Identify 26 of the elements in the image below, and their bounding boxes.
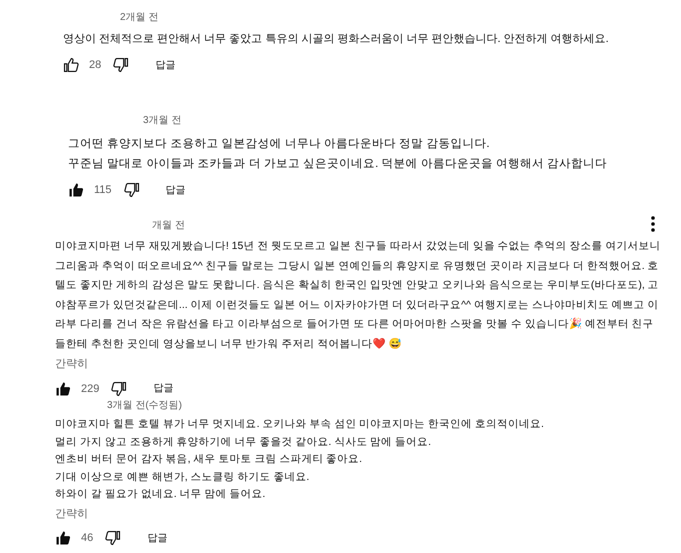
reply-button[interactable]: 답글 [147,530,168,546]
dislike-icon[interactable] [111,380,128,397]
comment-time[interactable]: 개월 전 [152,218,681,233]
reply-button[interactable]: 답글 [166,182,186,198]
dislike-icon[interactable] [113,57,130,74]
reply-button[interactable]: 답글 [153,381,174,396]
comment-text: 미야코지마편 너무 재밌게봤습니다! 15년 전 뭣도모르고 일본 친구들 따라서 갔었는데 잊을 수없는 추억의 장소를 여기서보니 그리움과 추억이 떠오르네요^^ 친구들 말로는 그당시 일본 연예인들의 휴양지로 유명했던 곳이라 지금보다 더 한적했어요. 호텔도 좋지만 게하의 감성은 말도 못합니다. 음식은 확실히 한국인 입맛엔 안맞고 오키나와 음식으로는 우미부도(바다포도), 고야참푸르가 있던것같은데... 이제 이런것들도 일본 어느 이자카야가면 더 있더라구요^^ 여행지로는 스나야마비치도 예쁘고 이라부 다리를 건너 작은 유람선을 타고 이라부섬으로 들어가면 또 다른 어마어마한 스팟을 맛볼 수 있습니다🎉 예전부터 친구들한테 추천한 곳인데 영상을보니 너무 반가워 주저리 적어봅니다❤ 😅 [55,239,661,352]
show-less-link[interactable]: 간략히 [55,506,88,522]
comment-time[interactable]: 3개월 전(수정됨) [107,398,681,413]
like-count: 115 [94,183,112,198]
like-count: 28 [89,58,102,73]
dislike-icon[interactable] [105,530,122,546]
like-icon[interactable] [68,182,84,198]
reply-button[interactable]: 답글 [155,58,176,73]
comment-text: 그어떤 휴양지보다 조용하고 일본감성에 너무나 아름다운바다 정말 감동입니다. 꾸준님 말대로 아이들과 조카들과 더 가보고 싶은곳이네요. 덕분에 아름다운곳을 여행해서 감사합니다 [68,137,608,172]
like-icon[interactable] [55,380,71,397]
like-count: 229 [81,382,100,396]
dislike-icon[interactable] [124,182,140,198]
comment-text: 미야코지마 힐튼 호텔 뷰가 너무 멋지네요. 오키나와 부속 섬인 미야코지마는 한국인에 호의적이네요. 멀리 가지 않고 조용하게 휴양하기에 너무 좋을것 같아요. 식사도 맘에 들어요. 엔초비 버터 문어 감자 볶음, 새우 토마토 크림 스파게티 좋아요. 기대 이상으로 예쁜 해변가, 스노클링 하기도 좋네요. 하와이 갈 필요가 없네요. 너무 맘에 들어요. [55,417,545,502]
like-count: 46 [81,531,94,546]
like-icon[interactable] [55,530,71,546]
like-icon[interactable] [63,57,79,74]
show-less-link[interactable]: 간략히 [55,356,88,372]
comment-text: 영상이 전체적으로 편안해서 너무 좋았고 특유의 시골의 평화스러움이 너무 편안했습니다. 안전하게 여행하세요. [63,32,610,47]
comment-time[interactable]: 3개월 전 [143,113,681,128]
comment-time[interactable]: 2개월 전 [120,10,681,25]
